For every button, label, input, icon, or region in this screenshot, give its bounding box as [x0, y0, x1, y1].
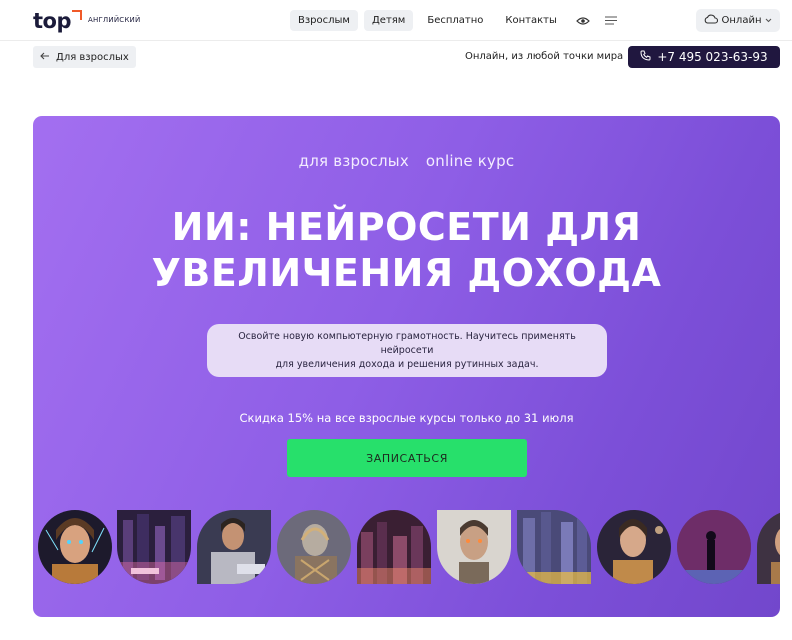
neon-figure-image [677, 510, 751, 584]
description-line-1: Освойте новую компьютерную грамотность. … [238, 330, 576, 356]
enroll-button[interactable]: ЗАПИСАТЬСЯ [287, 439, 527, 477]
back-to-adults-button[interactable]: Для взрослых [33, 46, 136, 68]
image-strip [33, 510, 780, 584]
person-image [197, 510, 271, 584]
arrow-left-icon [40, 52, 50, 63]
main-nav: Взрослым Детям Бесплатно Контакты [290, 10, 621, 31]
eye-icon[interactable] [573, 10, 593, 31]
nav-item-free[interactable]: Бесплатно [419, 10, 491, 31]
course-title-line-1: ИИ: НЕЙРОСЕТИ ДЛЯ [171, 205, 642, 249]
city-night-image [357, 510, 431, 584]
course-tags: для взрослых online курс [33, 152, 780, 170]
nav-item-adults[interactable]: Взрослым [290, 10, 358, 31]
street-image [517, 510, 591, 584]
sale-notice: Скидка 15% на все взрослые курсы только … [239, 411, 574, 425]
description-line-2: для увеличения дохода и решения рутинных… [275, 358, 539, 370]
ai-portrait-image [38, 510, 112, 584]
tag-audience: для взрослых [298, 152, 409, 170]
phone-button[interactable]: +7 495 023-63-93 [628, 46, 780, 68]
cyber-portrait-image [597, 510, 671, 584]
cloud-icon [704, 14, 718, 27]
logo-corner-mark [72, 10, 82, 20]
logo-subtitle: АНГЛИЙСКИЙ [88, 16, 141, 24]
robot-image [277, 510, 351, 584]
chevron-down-icon [765, 15, 772, 26]
city-image [117, 510, 191, 584]
online-reach-text: Онлайн, из любой точки мира [465, 51, 624, 62]
logo[interactable]: top АНГЛИЙСКИЙ [33, 9, 140, 33]
course-description: Освойте новую компьютерную грамотность. … [207, 324, 607, 377]
hero-banner: для взрослых online курс ИИ: НЕЙРОСЕТИ Д… [33, 116, 780, 617]
android-face-image [437, 510, 511, 584]
partial-portrait-image [757, 510, 780, 584]
format-dropdown[interactable]: Онлайн [696, 9, 780, 32]
nav-item-contacts[interactable]: Контакты [497, 10, 564, 31]
back-button-label: Для взрослых [56, 51, 129, 63]
menu-icon[interactable] [601, 10, 621, 31]
course-title-line-2: УВЕЛИЧЕНИЯ ДОХОДА [151, 251, 662, 295]
phone-icon [640, 50, 651, 64]
phone-number: +7 495 023-63-93 [657, 50, 768, 64]
format-dropdown-label: Онлайн [721, 15, 762, 26]
logo-word: top [33, 9, 72, 33]
course-title: ИИ: НЕЙРОСЕТИ ДЛЯ УВЕЛИЧЕНИЯ ДОХОДА [33, 204, 780, 296]
site-header: top АНГЛИЙСКИЙ Взрослым Детям Бесплатно … [0, 0, 792, 41]
nav-item-kids[interactable]: Детям [363, 10, 414, 31]
tag-format: online курс [425, 152, 515, 170]
